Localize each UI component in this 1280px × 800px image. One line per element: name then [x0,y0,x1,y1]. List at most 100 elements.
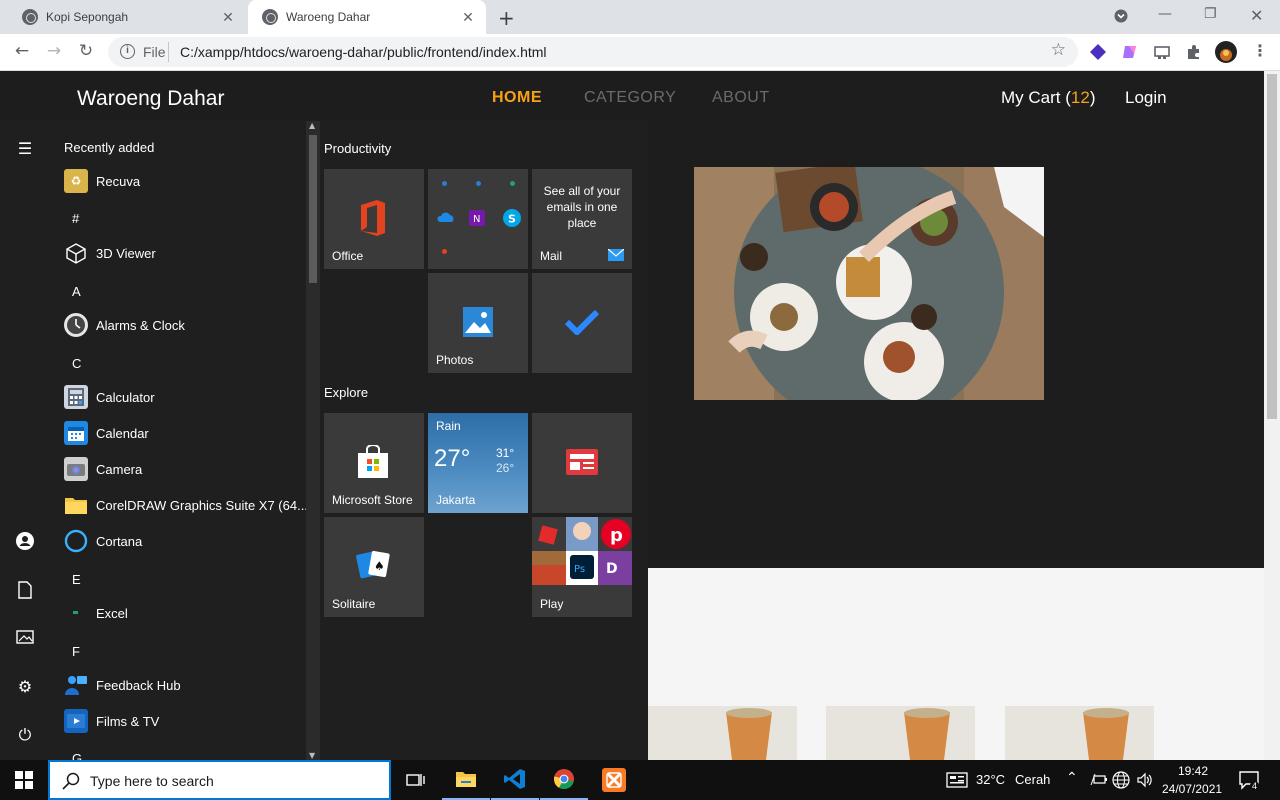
puzzle-icon[interactable] [1184,42,1204,62]
tab-search-icon[interactable] [1114,9,1128,27]
tile-news[interactable] [532,413,632,513]
battery-icon[interactable] [1090,771,1108,790]
app-recuva[interactable]: ♻ Recuva [64,167,140,195]
chrome-icon[interactable] [540,760,588,800]
power-icon[interactable]: ⏻ [14,725,36,747]
app-excel[interactable]: Excel [64,599,128,627]
tile-office[interactable]: Office [324,169,424,269]
reload-icon[interactable]: ↻ [74,41,98,63]
tab-waroeng-dahar[interactable]: Waroeng Dahar ✕ [248,0,486,34]
scrollbar-thumb[interactable] [309,135,317,283]
letter-heading[interactable]: F [72,644,80,659]
letter-heading[interactable]: G [72,751,82,760]
forward-arrow-icon[interactable]: → [42,41,66,63]
windows-start-icon[interactable] [0,760,48,800]
excel-icon [64,601,88,625]
cart-link[interactable]: My Cart (12) [1001,88,1095,108]
product-image[interactable] [826,706,975,760]
tile-weather[interactable]: Rain 27° 31° 26° Jakarta [428,413,528,513]
onenote-icon: N [469,210,485,226]
chevron-up-icon[interactable]: ⌃ [1066,769,1078,786]
page-scrollbar[interactable] [1264,71,1280,760]
hamburger-icon[interactable]: ☰ [14,139,36,161]
app-list-scrollbar[interactable]: ▲ ▼ [306,121,320,760]
extension-gradient-icon[interactable] [1120,42,1140,62]
plus-icon[interactable]: + [498,6,515,30]
app-cortana[interactable]: Cortana [64,527,142,555]
tile-microsoft-store[interactable]: Microsoft Store [324,413,424,513]
tile-solitaire[interactable]: ♠ Solitaire [324,517,424,617]
tab-kopi-sepongah[interactable]: Kopi Sepongah ✕ [8,0,246,34]
nav-about[interactable]: ABOUT [712,89,770,107]
extension-purple-icon[interactable] [1088,42,1108,62]
taskbar-search-input[interactable]: Type here to search [48,760,391,800]
restore-icon[interactable]: ❐ [1204,6,1217,22]
app-label: Excel [96,605,128,621]
play-apps-grid: p Ps D [532,517,632,585]
weather-tray-icon[interactable] [946,771,968,792]
tab-strip: Kopi Sepongah ✕ Waroeng Dahar ✕ + — ❐ ✕ [0,0,1280,34]
app-feedback-hub[interactable]: Feedback Hub [64,671,181,699]
task-view-icon[interactable] [392,760,440,800]
avatar[interactable] [1215,41,1237,63]
menu-dots-icon[interactable]: ⋮ [1248,41,1272,63]
letter-heading[interactable]: C [72,356,81,371]
star-icon[interactable]: ☆ [1051,40,1066,60]
app-calculator[interactable]: Calculator [64,383,155,411]
nav-home[interactable]: HOME [492,89,542,107]
close-tab-icon[interactable]: ✕ [216,9,240,26]
tile-label: Play [540,597,564,611]
app-label: Feedback Hub [96,677,181,693]
login-link[interactable]: Login [1125,88,1167,108]
scroll-up-icon[interactable]: ▲ [309,121,315,130]
clock-time[interactable]: 19:42 [1178,764,1208,778]
nav-category[interactable]: CATEGORY [584,89,676,107]
tile-mail[interactable]: See all of your emails in one place Mail [532,169,632,269]
site-navbar: Waroeng Dahar HOME CATEGORY ABOUT My Car… [0,71,1264,123]
media-router-icon[interactable] [1152,42,1172,62]
app-calendar[interactable]: Calendar [64,419,149,447]
app-alarms-clock[interactable]: Alarms & Clock [64,311,185,339]
app-films-tv[interactable]: Films & TV [64,707,159,735]
globe-icon [262,9,278,25]
xampp-icon[interactable] [590,760,638,800]
tray-weather-temp[interactable]: 32°C [976,772,1005,787]
tray-weather-condition[interactable]: Cerah [1015,772,1050,787]
tile-group-productivity[interactable]: Productivity [324,141,391,156]
address-url[interactable]: C:/xampp/htdocs/waroeng-dahar/public/fro… [180,44,547,60]
letter-heading[interactable]: A [72,284,81,299]
file-explorer-icon[interactable] [442,760,490,800]
globe-network-icon[interactable] [1112,771,1130,792]
back-arrow-icon[interactable]: ← [10,41,34,63]
app-coreldraw-folder[interactable]: CorelDRAW Graphics Suite X7 (64... ⌄ [64,491,306,519]
product-image[interactable] [1005,706,1154,760]
close-window-icon[interactable]: ✕ [1250,6,1263,25]
envelope-icon [608,249,624,261]
pictures-icon[interactable] [14,629,36,651]
tile-play[interactable]: p Ps D Play [532,517,632,617]
user-icon[interactable] [14,531,36,553]
weather-high: 31° [496,446,515,460]
tile-office-apps[interactable]: N S [428,169,528,269]
product-image[interactable] [648,706,797,760]
letter-heading[interactable]: # [72,211,79,226]
vscode-icon[interactable] [491,760,539,800]
info-icon[interactable]: i [120,44,135,59]
letter-heading[interactable]: E [72,572,81,587]
tile-group-explore[interactable]: Explore [324,385,368,400]
volume-icon[interactable] [1136,771,1154,792]
app-3d-viewer[interactable]: 3D Viewer [64,239,156,267]
document-icon[interactable] [14,581,36,603]
close-tab-icon[interactable]: ✕ [456,9,480,26]
tile-todo[interactable] [532,273,632,373]
minimize-icon[interactable]: — [1158,6,1172,22]
clock-date[interactable]: 24/07/2021 [1162,782,1222,796]
powerpoint-icon [442,249,447,254]
brand-logo[interactable]: Waroeng Dahar [77,87,224,111]
gear-icon[interactable]: ⚙ [14,677,36,699]
tile-photos[interactable]: Photos [428,273,528,373]
app-camera[interactable]: Camera [64,455,142,483]
scrollbar-thumb[interactable] [1267,74,1277,419]
address-bar[interactable]: i File C:/xampp/htdocs/waroeng-dahar/pub… [108,37,1078,67]
scroll-down-icon[interactable]: ▼ [309,751,315,760]
